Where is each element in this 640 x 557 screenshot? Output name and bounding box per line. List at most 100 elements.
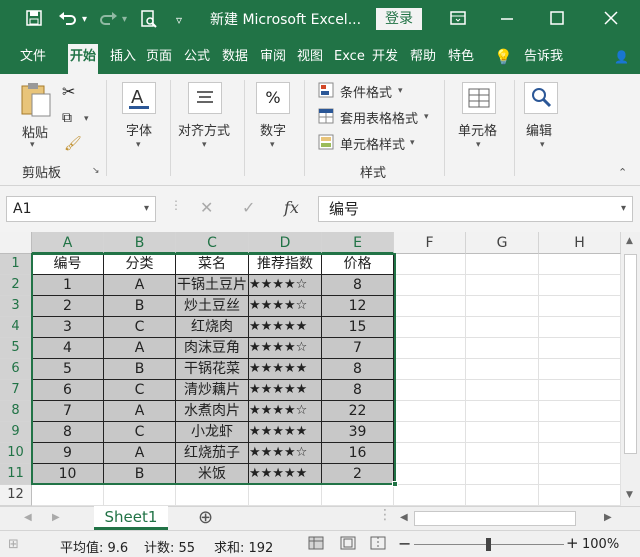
table-cell[interactable]: 2 [32,296,104,317]
row-header[interactable]: 7 [0,380,32,401]
format-painter-icon[interactable]: 🖌 [64,136,82,152]
table-cell[interactable]: 小龙虾 [176,422,249,443]
table-cell[interactable]: 15 [322,317,394,338]
empty-cell[interactable] [539,485,621,506]
table-cell[interactable]: 肉沫豆角 [176,338,249,359]
row-header[interactable]: 10 [0,443,32,464]
conditional-format-icon[interactable] [318,82,334,102]
normal-view-icon[interactable] [308,535,324,555]
table-cell[interactable]: ★★★★☆ [249,296,322,317]
empty-cell[interactable] [176,485,249,506]
empty-cell[interactable] [394,317,466,338]
table-cell[interactable]: 10 [32,464,104,485]
name-box[interactable]: A1 ▾ [6,196,156,222]
table-cell[interactable]: A [104,338,176,359]
row-header[interactable]: 11 [0,464,32,485]
empty-cell[interactable] [539,275,621,296]
undo-dropdown-icon[interactable]: ▾ [82,10,87,30]
cell-style-label[interactable]: 单元格样式 [340,134,405,153]
vertical-scrollbar[interactable]: ▲ ▼ [621,232,640,506]
edit-label[interactable]: 编辑 [526,120,552,139]
table-header-cell[interactable]: 价格 [322,254,394,275]
table-cell[interactable]: ★★★★☆ [249,338,322,359]
hscroll-thumb[interactable] [414,511,576,526]
zoom-level[interactable]: 100% [582,537,619,552]
scroll-up-icon[interactable]: ▲ [626,236,633,246]
table-cell[interactable]: C [104,422,176,443]
empty-cell[interactable] [466,464,539,485]
empty-cell[interactable] [466,380,539,401]
row-header[interactable]: 1 [0,254,32,275]
minimize-icon[interactable] [500,10,514,30]
number-dropdown-icon[interactable]: ▾ [270,140,275,150]
column-header-c[interactable]: C [176,232,249,254]
tab-excel[interactable]: Exce [334,48,365,66]
formula-input[interactable]: 编号 ▾ [318,196,633,222]
table-cell[interactable]: ★★★★☆ [249,401,322,422]
cells-icon[interactable] [462,82,496,114]
edit-dropdown-icon[interactable]: ▾ [540,140,545,150]
empty-cell[interactable] [394,401,466,422]
empty-cell[interactable] [394,380,466,401]
sheet-prev-icon[interactable]: ◀ [24,512,32,523]
table-cell[interactable]: B [104,464,176,485]
table-cell[interactable]: 16 [322,443,394,464]
paste-label[interactable]: 粘贴 [22,122,48,141]
scroll-thumb[interactable] [624,254,637,454]
table-format-icon[interactable] [318,108,334,128]
table-format-label[interactable]: 套用表格格式 [340,108,418,127]
table-cell[interactable]: 1 [32,275,104,296]
empty-cell[interactable] [466,359,539,380]
row-header[interactable]: 3 [0,296,32,317]
empty-cell[interactable] [539,317,621,338]
font-icon[interactable]: A [122,82,156,114]
empty-cell[interactable] [466,401,539,422]
table-cell[interactable]: A [104,401,176,422]
zoom-out-button[interactable]: − [398,534,411,553]
empty-cell[interactable] [394,464,466,485]
table-cell[interactable]: B [104,296,176,317]
empty-cell[interactable] [539,254,621,275]
empty-cell[interactable] [394,275,466,296]
table-cell[interactable]: 干锅花菜 [176,359,249,380]
align-label[interactable]: 对齐方式 [178,120,230,139]
column-header-e[interactable]: E [322,232,394,254]
table-cell[interactable]: 7 [32,401,104,422]
align-dropdown-icon[interactable]: ▾ [202,140,207,150]
row-header[interactable]: 12 [0,485,32,506]
table-header-cell[interactable]: 编号 [32,254,104,275]
tab-review[interactable]: 审阅 [260,48,286,66]
tab-help[interactable]: 帮助 [410,48,436,66]
record-macro-icon[interactable]: ⊞ [8,537,19,552]
empty-cell[interactable] [466,485,539,506]
empty-cell[interactable] [466,296,539,317]
table-cell[interactable]: 9 [32,443,104,464]
worksheet-grid[interactable]: ABCDEFGH 1 2 3 4 5 6 7 8 9 10 11 12 编号 分类 菜名 推荐指数 价格 1 A 干… [0,232,640,506]
table-cell[interactable]: ★★★★★ [249,359,322,380]
table-cell[interactable]: 8 [322,380,394,401]
empty-cell[interactable] [466,443,539,464]
column-header-b[interactable]: B [104,232,176,254]
empty-cell[interactable] [394,254,466,275]
cell-style-icon[interactable] [318,134,334,154]
expand-formula-icon[interactable]: ▾ [621,197,626,221]
table-cell[interactable]: ★★★★☆ [249,275,322,296]
copy-dropdown-icon[interactable]: ▾ [84,114,89,124]
sheet-tab-sheet1[interactable]: Sheet1 [94,506,168,530]
table-cell[interactable]: C [104,380,176,401]
table-header-cell[interactable]: 推荐指数 [249,254,322,275]
table-cell[interactable]: 8 [322,275,394,296]
conditional-format-dropdown-icon[interactable]: ▾ [398,86,403,96]
zoom-slider-thumb[interactable] [486,538,491,551]
copy-icon[interactable]: ⧉ [62,110,72,126]
empty-cell[interactable] [32,485,104,506]
table-format-dropdown-icon[interactable]: ▾ [424,112,429,122]
empty-cell[interactable] [394,359,466,380]
table-cell[interactable]: C [104,317,176,338]
table-cell[interactable]: ★★★★★ [249,317,322,338]
table-cell[interactable]: 7 [322,338,394,359]
table-cell[interactable]: 22 [322,401,394,422]
table-cell[interactable]: 红烧茄子 [176,443,249,464]
name-box-dropdown-icon[interactable]: ▾ [144,197,149,221]
empty-cell[interactable] [539,464,621,485]
